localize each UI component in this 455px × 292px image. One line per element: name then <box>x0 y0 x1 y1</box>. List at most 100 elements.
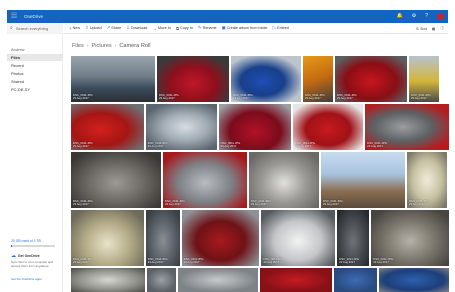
command-label: Move to <box>157 26 171 30</box>
photo-thumbnail[interactable]: DSC_0011.JPG 23 Aug 2017 <box>145 210 180 266</box>
search-input[interactable]: ⌕ Search everything <box>7 22 63 34</box>
get-apps-link[interactable]: Get the OneDrive apps <box>11 277 42 281</box>
photo-thumbnail[interactable]: DSC_0011.JPG 23 Aug 2017 <box>321 152 405 208</box>
photo-thumbnail[interactable]: DSC_0011.JPG 23 Aug 2017 <box>71 210 144 266</box>
photo-row: DSC_0011.JPG 23 Aug 2017 DSC_0011.JPG 23 Au… <box>71 56 449 102</box>
sidebar-item-photos[interactable]: Photos <box>7 70 63 77</box>
photo-row <box>71 268 449 292</box>
sort-button[interactable]: ⇅ Sort <box>416 27 427 31</box>
photo-thumbnail[interactable]: DSC_0011.JPG 23 Aug 2017 <box>337 210 370 266</box>
photo-caption: DSC_0011.JPG 23 Aug 2017 <box>251 199 271 206</box>
sidebar-item-files[interactable]: Files <box>7 54 63 61</box>
photo-thumbnail[interactable]: DSC_0011.JPG 23 Aug 2017 <box>181 210 260 266</box>
command-label: Copy to <box>180 26 193 30</box>
photo-thumbnail[interactable]: DSC_0011.JPG 23 Aug 2017 <box>71 56 155 102</box>
photo-thumbnail[interactable]: DSC_0011.JPG 23 Aug 2017 <box>231 56 301 102</box>
command-new-button[interactable]: + New <box>69 26 80 31</box>
command-move-to-button[interactable]: → Move to <box>152 26 171 31</box>
photo-date: 23 Aug 2017 <box>373 259 389 264</box>
command-new-icon: + <box>69 25 72 31</box>
command-copy-to-button[interactable]: ⧉ Copy to <box>176 26 193 31</box>
photo-date: 23 Aug 2017 <box>73 143 89 148</box>
view-toggle-icon[interactable]: ▦ <box>432 27 435 31</box>
command-download-button[interactable]: ⇩ Download <box>126 25 147 31</box>
sort-label: Sort <box>420 26 427 31</box>
photo-row: DSC_0011.JPG 23 Aug 2017 DSC_0011.JPG 23 Au… <box>71 152 449 208</box>
breadcrumb-separator-icon: › <box>86 43 89 49</box>
photo-thumbnail[interactable] <box>333 268 378 292</box>
avatar[interactable] <box>437 13 444 20</box>
command-label: Share <box>111 26 122 30</box>
photo-thumbnail[interactable]: DSC_0011.JPG 23 Aug 2017 <box>163 152 247 208</box>
photo-thumbnail[interactable]: DSC_0011.JPG 23 Aug 2017 <box>261 210 336 266</box>
photo-caption: DSC_0011.JPG 23 Aug 2017 <box>73 257 93 264</box>
photo-thumbnail[interactable] <box>146 268 177 292</box>
photo-thumbnail[interactable] <box>260 268 332 292</box>
photo-caption: DSC_0011.JPG 23 Aug 2017 <box>337 93 357 100</box>
sidebar-item-pc[interactable]: PC-DE-SY <box>7 86 63 93</box>
app-launcher-icon[interactable]: ⁞⁞⁞ <box>7 10 21 23</box>
command-rename-button[interactable]: ✎ Rename <box>198 25 217 31</box>
storage-bar-fill <box>11 245 12 247</box>
sidebar-item-shared[interactable]: Shared <box>7 78 63 85</box>
photo-caption: DSC_0011.JPG 23 Aug 2017 <box>411 93 431 100</box>
command-label: Download <box>130 26 148 30</box>
photo-date: 23 Aug 2017 <box>263 259 280 264</box>
photo-date: 23 Aug 2017 <box>165 201 181 206</box>
command-upload-button[interactable]: ⇧ Upload <box>85 25 101 31</box>
photo-caption: DSC_0011.JPG 23 Aug 2017 <box>367 141 387 148</box>
photo-date: 23 Aug 2017 <box>220 143 237 148</box>
command-share-button[interactable]: ↗ Share <box>107 25 122 31</box>
photo-thumbnail[interactable]: DSC_0011.JPG 23 Aug 2017 <box>407 152 447 208</box>
photo-caption: DSC_0011.JPG 23 Aug 2017 <box>295 141 315 148</box>
help-icon[interactable]: ? <box>425 14 428 19</box>
search-icon: ⌕ <box>10 25 13 31</box>
photo-date: 23 Aug 2017 <box>339 259 355 264</box>
breadcrumb-pictures[interactable]: Pictures <box>91 43 111 49</box>
command-items: + New ⇧ Upload ↗ Share ⇩ Download → Move to ⧉ Copy … <box>69 25 289 31</box>
photo-date: 23 Aug 2017 <box>73 95 89 100</box>
photo-row: DSC_0011.JPG 23 Aug 2017 DSC_0011.JPG 23 Au… <box>71 104 449 150</box>
photo-caption: DSC_0011.JPG 23 Aug 2017 <box>165 199 185 206</box>
settings-gear-icon[interactable]: ⚙ <box>412 14 416 19</box>
command-embed-button[interactable]: ▷ Embed <box>273 25 289 31</box>
photo-thumbnail[interactable]: DSC_0011.JPG 23 Aug 2017 <box>71 152 161 208</box>
breadcrumb: Files › Pictures › Camera Roll <box>72 43 150 49</box>
app-name[interactable]: OneDrive <box>24 14 43 19</box>
photo-thumbnail[interactable]: DSC_0011.JPG 23 Aug 2017 <box>365 104 449 150</box>
breadcrumb-files[interactable]: Files <box>72 43 84 49</box>
photo-caption: DSC_0011.JPG 23 Aug 2017 <box>339 257 359 264</box>
photo-thumbnail[interactable]: DSC_0011.JPG 23 Aug 2017 <box>335 56 407 102</box>
photo-caption: DSC_0011.JPG 23 Aug 2017 <box>409 199 429 206</box>
photo-thumbnail[interactable]: DSC_0011.JPG 23 Aug 2017 <box>249 152 319 208</box>
command-label: New <box>72 26 81 30</box>
photo-date: 23 Aug 2017 <box>159 95 175 100</box>
photo-date: 23 Aug 2017 <box>233 95 249 100</box>
details-pane-icon[interactable]: ⓘ <box>440 26 444 31</box>
photo-thumbnail[interactable]: DSC_0011.JPG 23 Aug 2017 <box>145 104 217 150</box>
notifications-icon[interactable]: 🔔 <box>397 14 403 19</box>
photo-thumbnail[interactable] <box>379 268 449 292</box>
photo-thumbnail[interactable]: DSC_0011.JPG 23 Aug 2017 <box>157 56 229 102</box>
photo-grid: DSC_0011.JPG 23 Aug 2017 DSC_0011.JPG 23 Au… <box>71 56 449 292</box>
photo-thumbnail[interactable] <box>71 268 145 292</box>
photo-thumbnail[interactable]: DSC_0011.JPG 23 Aug 2017 <box>303 56 333 102</box>
photo-thumbnail[interactable]: DSC_0011.JPG 23 Aug 2017 <box>371 210 449 266</box>
sort-icon: ⇅ <box>415 26 420 31</box>
photo-thumbnail[interactable]: DSC_0011.JPG 23 Aug 2017 <box>293 104 364 150</box>
storage-usage-link[interactable]: 20 GB used of 1 TB <box>11 239 41 243</box>
sidebar-item-recent[interactable]: Recent <box>7 62 63 69</box>
breadcrumb-separator-icon: › <box>114 43 117 49</box>
photo-date: 23 Aug 2017 <box>411 95 427 100</box>
photo-thumbnail[interactable]: DSC_0011.JPG 23 Aug 2017 <box>218 104 292 150</box>
sidebar-owner: Andrew <box>11 47 25 52</box>
photo-caption: DSC_0011.JPG 23 Aug 2017 <box>323 199 343 206</box>
photo-date: 23 Aug 2017 <box>147 143 164 148</box>
photo-thumbnail[interactable]: DSC_0011.JPG 23 Aug 2017 <box>409 56 439 102</box>
photo-thumbnail[interactable] <box>178 268 258 292</box>
command-create-album-from-folder-button[interactable]: ▣ Create album from folder <box>222 25 268 31</box>
photo-thumbnail[interactable]: DSC_0011.JPG 23 Aug 2017 <box>71 104 144 150</box>
photo-caption: DSC_0011.JPG 23 Aug 2017 <box>184 257 204 264</box>
photo-caption: DSC_0011.JPG 23 Aug 2017 <box>73 141 93 148</box>
command-bar-right: ⇅ Sort ▦ ⓘ <box>416 23 444 34</box>
